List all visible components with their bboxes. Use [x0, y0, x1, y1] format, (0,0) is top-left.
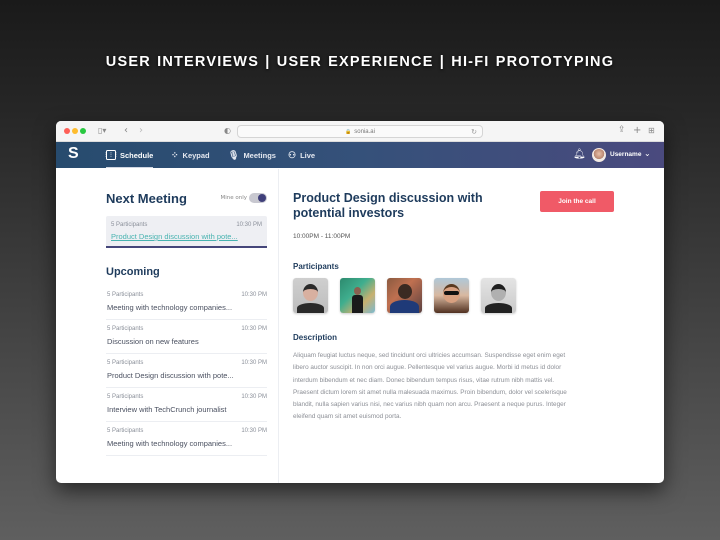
meeting-detail: Product Design discussion with potential… — [293, 191, 614, 424]
description-heading: Description — [293, 333, 338, 342]
username-label[interactable]: Username — [610, 151, 641, 158]
nav-schedule[interactable]: ⋮⋮⋮ Schedule — [104, 142, 154, 168]
app-logo[interactable]: S — [68, 145, 79, 163]
portfolio-tagline: USER INTERVIEWS | USER EXPERIENCE | HI-F… — [105, 54, 615, 70]
participant-avatar[interactable] — [434, 278, 469, 313]
upcoming-list: 5 Participants 10:30 PM Meeting with tech… — [106, 286, 267, 456]
meeting-time: 10:30 PM — [236, 222, 262, 228]
meeting-title: Product Design discussion with pote... — [107, 371, 234, 380]
meeting-title: Meeting with technology companies... — [107, 439, 233, 448]
meeting-detail-title: Product Design discussion with potential… — [293, 191, 483, 220]
live-icon: ⚇ — [288, 149, 297, 160]
mine-only-toggle[interactable] — [249, 193, 267, 203]
bell-icon[interactable]: 🔔︎ — [573, 149, 586, 160]
meeting-time: 10:30 PM — [241, 292, 267, 298]
nav-live-label: Live — [300, 150, 316, 160]
list-item[interactable]: 5 Participants 10:30 PM Interview with Te… — [106, 388, 267, 422]
participants-count: 5 Participants — [107, 394, 144, 400]
participants-heading: Participants — [293, 262, 339, 271]
minimize-window-button[interactable] — [72, 128, 78, 134]
tab-overview-icon[interactable]: ⊞ — [648, 127, 655, 135]
list-item[interactable]: 5 Participants 10:30 PM Meeting with tech… — [106, 286, 267, 320]
participant-avatar[interactable] — [481, 278, 516, 313]
mine-only-label: Mine only — [220, 195, 247, 201]
nav-keypad-label: Keypad — [182, 150, 210, 160]
nav-live[interactable]: ⚇ Live — [288, 142, 315, 168]
new-tab-icon[interactable]: + — [633, 126, 641, 136]
list-item[interactable]: 5 Participants 10:30 PM Meeting with tech… — [106, 422, 267, 456]
meeting-title: Discussion on new features — [107, 337, 199, 346]
participants-count: 5 Participants — [107, 292, 144, 298]
share-icon[interactable]: ⇪ — [618, 126, 626, 135]
participant-avatar[interactable] — [340, 278, 375, 313]
participants-count: 5 Participants — [107, 360, 144, 366]
user-avatar[interactable] — [592, 148, 606, 162]
microphone-icon: 🎙︎ — [228, 149, 240, 160]
keypad-icon: ⁘ — [171, 149, 179, 160]
next-meeting-card[interactable]: 5 Participants 10:30 PM Product Design d… — [106, 216, 267, 248]
meeting-title: Interview with TechCrunch journalist — [107, 405, 227, 414]
meeting-time: 10:30 PM — [241, 326, 267, 332]
lock-icon: 🔒 — [345, 128, 352, 135]
description-text: Aliquam feugiat luctus neque, sed tincid… — [293, 352, 567, 421]
list-item[interactable]: 5 Participants 10:30 PM Discussion on new… — [106, 320, 267, 354]
app-navbar: S ⋮⋮⋮ Schedule ⁘ Keypad 🎙︎ Meetings ⚇ Li… — [56, 142, 664, 168]
reload-icon[interactable]: ↻ — [471, 128, 477, 136]
upcoming-heading: Upcoming — [106, 266, 160, 278]
participants-count: 5 Participants — [107, 428, 144, 434]
join-call-button[interactable]: Join the call — [540, 191, 614, 212]
meeting-time: 10:30 PM — [241, 360, 267, 366]
participants-count: 5 Participants — [107, 326, 144, 332]
list-item[interactable]: 5 Participants 10:30 PM Product Design di… — [106, 354, 267, 388]
address-bar[interactable]: 🔒 sonia.ai ↻ — [237, 125, 483, 138]
browser-toolbar: ▯▾ ‹ › ◐ 🔒 sonia.ai ↻ ⇪ + ⊞ — [56, 121, 664, 142]
panel-divider — [278, 169, 279, 483]
nav-meetings-label: Meetings — [243, 150, 276, 160]
nav-schedule-label: Schedule — [120, 150, 154, 160]
meeting-time-range: 10:00PM - 11:00PM — [293, 233, 351, 240]
url-text: sonia.ai — [354, 128, 375, 135]
participant-avatar[interactable] — [293, 278, 328, 313]
next-meeting-link[interactable]: Product Design discussion with pote... — [111, 232, 262, 241]
meeting-title: Meeting with technology companies... — [107, 303, 233, 312]
close-window-button[interactable] — [64, 128, 70, 134]
browser-window: ▯▾ ‹ › ◐ 🔒 sonia.ai ↻ ⇪ + ⊞ S ⋮⋮⋮ Schedu… — [56, 121, 664, 483]
meeting-time: 10:30 PM — [241, 428, 267, 434]
participant-avatar[interactable] — [387, 278, 422, 313]
chevron-right-icon[interactable]: › — [139, 126, 143, 136]
nav-meetings[interactable]: 🎙︎ Meetings — [228, 142, 276, 168]
chevron-left-icon[interactable]: ‹ — [124, 126, 128, 136]
calendar-icon: ⋮⋮⋮ — [104, 150, 119, 160]
schedule-sidebar: Next Meeting Mine only 5 Participants 10… — [106, 191, 267, 456]
shield-icon[interactable]: ◐ — [224, 127, 231, 135]
nav-keypad[interactable]: ⁘ Keypad — [171, 142, 210, 168]
maximize-window-button[interactable] — [80, 128, 86, 134]
participants-count: 5 Participants — [111, 222, 148, 228]
toggle-knob — [258, 194, 266, 202]
meeting-time: 10:30 PM — [241, 394, 267, 400]
sidebar-icon[interactable]: ▯▾ — [98, 127, 106, 135]
chevron-down-icon[interactable]: ⌄ — [644, 149, 651, 158]
participants-row — [293, 278, 583, 313]
